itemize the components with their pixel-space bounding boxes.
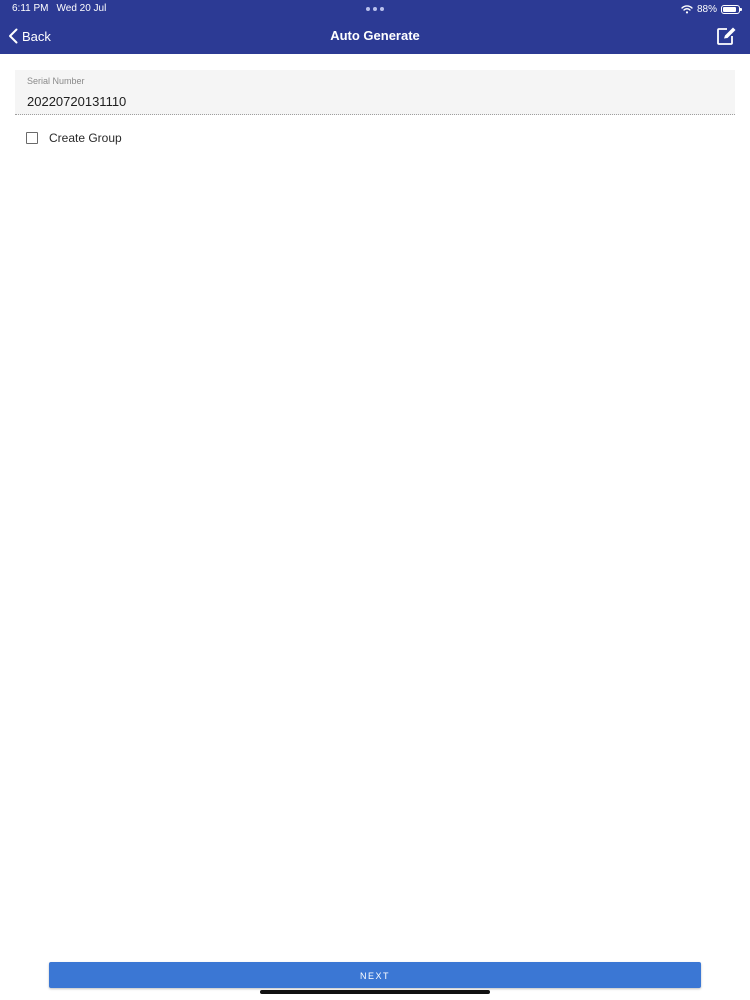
status-time: 6:11 PM: [12, 3, 49, 14]
edit-icon: [717, 27, 736, 45]
top-bar: 6:11 PM Wed 20 Jul 88% Back Auto Generate: [0, 0, 750, 54]
serial-number-input[interactable]: [27, 92, 717, 110]
battery-percent: 88%: [696, 3, 717, 15]
status-clock: 6:11 PM Wed 20 Jul: [12, 3, 106, 15]
create-group-label: Create Group: [49, 131, 122, 145]
battery-fill: [723, 6, 737, 12]
status-indicators: 88%: [681, 2, 742, 16]
status-date: Wed 20 Jul: [56, 3, 107, 14]
multitasking-dots-icon[interactable]: [366, 7, 384, 11]
next-button[interactable]: NEXT: [49, 962, 701, 988]
edit-button[interactable]: [716, 26, 738, 46]
battery-icon: [721, 4, 742, 14]
home-indicator[interactable]: [260, 990, 490, 994]
page-title: Auto Generate: [330, 28, 420, 43]
serial-number-label: Serial Number: [27, 76, 85, 86]
wifi-icon: [681, 5, 693, 14]
create-group-option[interactable]: Create Group: [26, 130, 122, 146]
serial-number-field[interactable]: Serial Number: [15, 70, 735, 115]
create-group-checkbox[interactable]: [26, 132, 38, 144]
